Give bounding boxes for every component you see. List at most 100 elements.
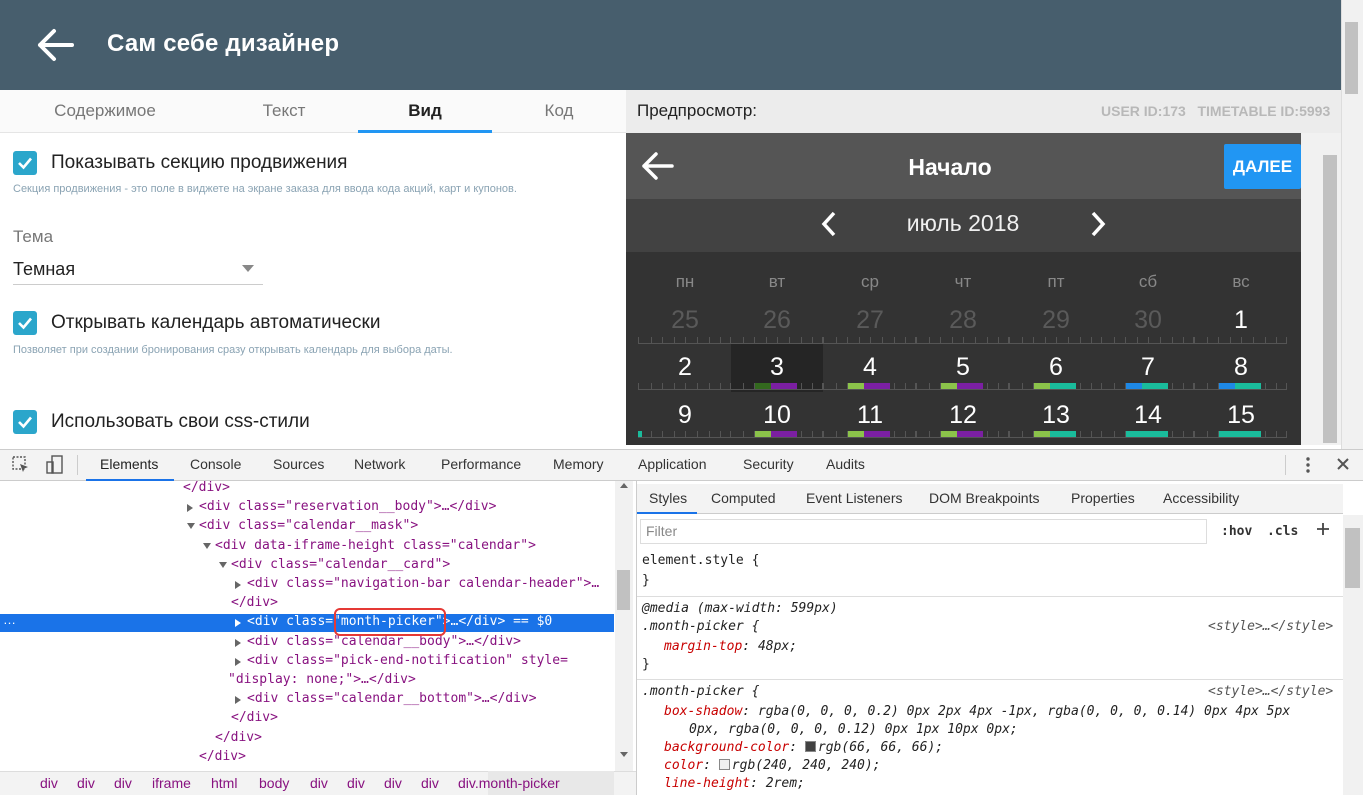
cls-toggle[interactable]: .cls bbox=[1267, 524, 1298, 539]
rule-selector[interactable]: .month-picker { bbox=[642, 684, 759, 699]
expand-arrow-icon[interactable] bbox=[235, 619, 241, 627]
css-declaration[interactable]: box-shadow: rgba(0, 0, 0, 0.2) 0px 2px 4… bbox=[664, 704, 1290, 719]
dom-node-line[interactable]: "display: none;">…</div> bbox=[228, 672, 416, 687]
calendar-day[interactable]: 6 bbox=[1026, 353, 1086, 382]
tab-computed[interactable]: Computed bbox=[711, 490, 776, 506]
dom-node-line[interactable]: <div data-iframe-height class="calendar"… bbox=[215, 538, 536, 553]
devtools-tab-elements[interactable]: Elements bbox=[100, 456, 158, 472]
ellipsis-icon[interactable]: … bbox=[3, 612, 16, 627]
devtools-tab-audits[interactable]: Audits bbox=[826, 456, 865, 472]
filter-input[interactable] bbox=[640, 519, 1207, 544]
calendar-day[interactable]: 26 bbox=[747, 306, 807, 335]
dom-node-line[interactable]: <div class="calendar__bottom">…</div> bbox=[247, 691, 537, 706]
tab-event-listeners[interactable]: Event Listeners bbox=[806, 490, 903, 506]
expand-arrow-icon[interactable] bbox=[187, 504, 193, 512]
breadcrumb-item[interactable]: div bbox=[310, 775, 328, 791]
styles-scrollbar-thumb[interactable] bbox=[1345, 528, 1360, 588]
expand-arrow-icon[interactable] bbox=[235, 658, 241, 666]
dom-node-line[interactable]: </div> bbox=[215, 730, 262, 745]
tab-accessibility[interactable]: Accessibility bbox=[1163, 490, 1239, 506]
calendar-day[interactable]: 28 bbox=[933, 306, 993, 335]
expand-arrow-icon[interactable] bbox=[235, 581, 241, 589]
css-declaration[interactable]: color: rgb(240, 240, 240); bbox=[664, 758, 881, 773]
tab-view[interactable]: Вид bbox=[358, 90, 492, 133]
expand-arrow-icon[interactable] bbox=[235, 639, 241, 647]
calendar-day[interactable]: 11 bbox=[840, 401, 900, 430]
calendar-day[interactable]: 4 bbox=[840, 353, 900, 382]
breadcrumb-item[interactable]: div bbox=[421, 775, 439, 791]
rule-selector[interactable]: .month-picker { bbox=[642, 619, 759, 634]
dom-node-line[interactable]: <div class="calendar__card"> bbox=[231, 557, 450, 572]
elements-scrollbar-thumb[interactable] bbox=[617, 570, 630, 610]
elements-scrollbar[interactable] bbox=[615, 481, 633, 771]
rule-source-link[interactable]: <style>…</style> bbox=[1208, 619, 1333, 634]
calendar-day[interactable]: 3 bbox=[747, 353, 807, 382]
devtools-tab-application[interactable]: Application bbox=[638, 456, 707, 472]
add-rule-icon[interactable] bbox=[1315, 521, 1331, 537]
calendar-day[interactable]: 30 bbox=[1118, 306, 1178, 335]
calendar-back-icon[interactable] bbox=[640, 150, 676, 182]
chevron-right-icon[interactable] bbox=[1087, 210, 1109, 238]
element-style-selector[interactable]: element.style { bbox=[642, 553, 759, 568]
dom-node-line[interactable]: <div class="pick-end-notification" style… bbox=[247, 653, 568, 668]
breadcrumb-item[interactable]: div bbox=[77, 775, 95, 791]
chevron-left-icon[interactable] bbox=[818, 210, 840, 238]
calendar-day[interactable]: 2 bbox=[655, 353, 715, 382]
scroll-up-icon[interactable] bbox=[620, 483, 628, 488]
promo-checkbox[interactable] bbox=[13, 151, 37, 175]
dom-node-line[interactable]: </div> bbox=[183, 480, 230, 495]
dom-node-line[interactable]: <div class="navigation-bar calendar-head… bbox=[247, 576, 599, 591]
dropdown-arrow-icon[interactable] bbox=[242, 265, 254, 272]
scroll-down-icon[interactable] bbox=[620, 752, 628, 757]
devtools-tab-sources[interactable]: Sources bbox=[273, 456, 324, 472]
device-toolbar-icon[interactable] bbox=[46, 455, 64, 475]
back-arrow-icon[interactable] bbox=[36, 27, 76, 63]
calendar-day[interactable]: 29 bbox=[1026, 306, 1086, 335]
devtools-tab-console[interactable]: Console bbox=[190, 456, 241, 472]
calendar-day[interactable]: 12 bbox=[933, 401, 993, 430]
dom-node-line[interactable]: </div> bbox=[231, 710, 278, 725]
tab-dom-breakpoints[interactable]: DOM Breakpoints bbox=[929, 490, 1039, 506]
devtools-tab-performance[interactable]: Performance bbox=[441, 456, 521, 472]
calendar-day[interactable]: 13 bbox=[1026, 401, 1086, 430]
css-declaration[interactable]: line-height: 2rem; bbox=[664, 776, 805, 791]
rule-source-link[interactable]: <style>…</style> bbox=[1208, 684, 1333, 699]
expand-arrow-icon[interactable] bbox=[235, 696, 241, 704]
css-declaration[interactable]: background-color: rgb(66, 66, 66); bbox=[664, 740, 943, 755]
inspect-element-icon[interactable] bbox=[12, 456, 30, 474]
collapse-arrow-icon[interactable] bbox=[219, 562, 227, 568]
collapse-arrow-icon[interactable] bbox=[187, 523, 195, 529]
calendar-day[interactable]: 25 bbox=[655, 306, 715, 335]
dom-node-line[interactable]: <div class="calendar__mask"> bbox=[199, 518, 418, 533]
devtools-tab-security[interactable]: Security bbox=[743, 456, 794, 472]
dom-node-line[interactable]: <div class="reservation__body">…</div> bbox=[199, 499, 496, 514]
breadcrumb-item[interactable]: iframe bbox=[152, 775, 191, 791]
tab-content[interactable]: Содержимое bbox=[0, 90, 210, 133]
dom-node-line[interactable]: </div> bbox=[231, 595, 278, 610]
breadcrumb-item[interactable]: div bbox=[384, 775, 402, 791]
breadcrumb-item[interactable]: div bbox=[347, 775, 365, 791]
collapse-arrow-icon[interactable] bbox=[203, 543, 211, 549]
breadcrumb-item[interactable]: div.month-picker bbox=[458, 775, 560, 791]
calendar-day[interactable]: 5 bbox=[933, 353, 993, 382]
dom-node-line[interactable]: </div> bbox=[199, 749, 246, 764]
breadcrumb-item[interactable]: div bbox=[114, 775, 132, 791]
next-button[interactable]: ДАЛЕЕ bbox=[1224, 144, 1301, 189]
tab-properties[interactable]: Properties bbox=[1071, 490, 1135, 506]
css-declaration[interactable]: margin-top: 48px; bbox=[664, 639, 797, 654]
hov-toggle[interactable]: :hov bbox=[1221, 524, 1252, 539]
calendar-day[interactable]: 1 bbox=[1211, 306, 1271, 335]
calendar-day[interactable]: 10 bbox=[747, 401, 807, 430]
devtools-tab-memory[interactable]: Memory bbox=[553, 456, 604, 472]
more-menu-icon[interactable] bbox=[1303, 456, 1313, 474]
calendar-day[interactable]: 9 bbox=[655, 401, 715, 430]
breadcrumb-item[interactable]: html bbox=[211, 775, 237, 791]
tab-styles[interactable]: Styles bbox=[649, 490, 687, 506]
devtools-tab-network[interactable]: Network bbox=[354, 456, 405, 472]
calendar-day[interactable]: 8 bbox=[1211, 353, 1271, 382]
close-icon[interactable] bbox=[1336, 457, 1350, 471]
calendar-day[interactable]: 14 bbox=[1118, 401, 1178, 430]
calendar-day[interactable]: 15 bbox=[1211, 401, 1271, 430]
calendar-day[interactable]: 27 bbox=[840, 306, 900, 335]
dom-node-line[interactable]: <div class="calendar__body">…</div> bbox=[247, 634, 521, 649]
